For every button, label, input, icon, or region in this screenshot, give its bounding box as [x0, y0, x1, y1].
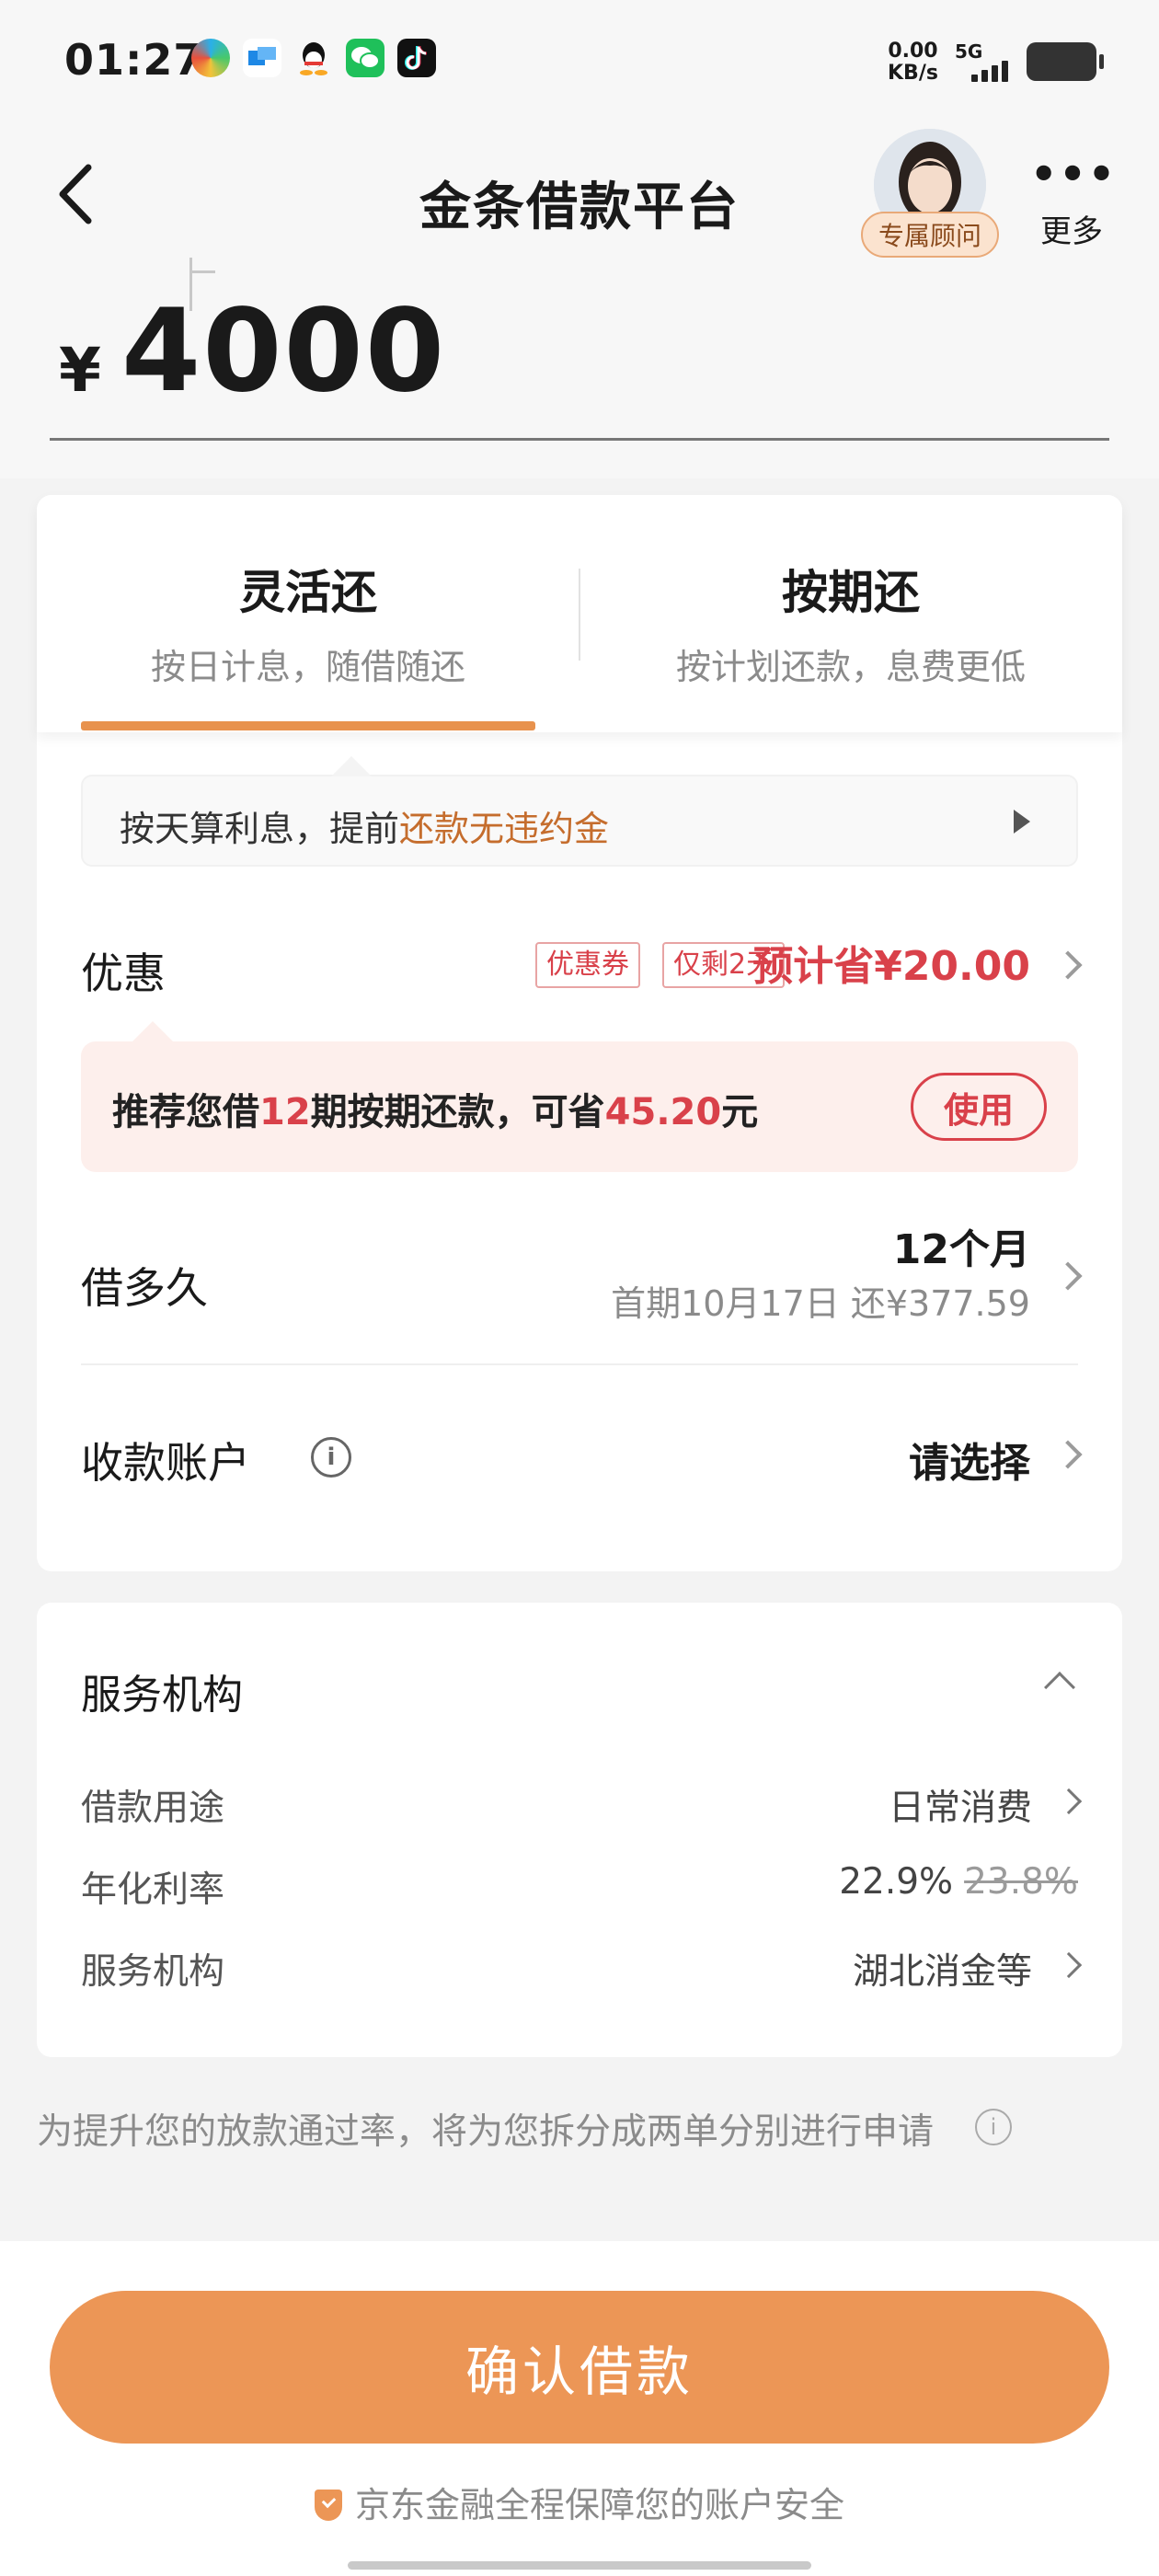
security-text: 京东金融全程保障您的账户安全 — [354, 2485, 844, 2525]
network-type: 5G — [955, 40, 983, 63]
info-icon[interactable]: i — [311, 1437, 351, 1478]
notification-app-icons — [191, 39, 436, 77]
recommend-part3: 元 — [721, 1091, 759, 1133]
estimated-saving: 预计省¥20.00 — [752, 943, 1030, 990]
term-value: 12个月 — [892, 1226, 1030, 1273]
chevron-right-icon — [1053, 1261, 1083, 1291]
promo-row[interactable]: 优惠 优惠券 仅剩2天 预计省¥20.00 — [81, 922, 1083, 1023]
loan-options-card: 灵活还 按日计息，随借随还 按期还 按计划还款，息费更低 按天算利息，提前还款无… — [37, 495, 1122, 1571]
recommend-part2: 期按期还款，可省 — [310, 1091, 605, 1133]
institution-value: 湖北消金等 — [852, 1951, 1032, 1993]
more-icon: ••• — [1030, 149, 1118, 199]
use-recommendation-button[interactable]: 使用 — [911, 1073, 1047, 1141]
rate-label: 年化利率 — [81, 1869, 225, 1911]
status-bar: 01:27 0.00 KB/s 5G — [0, 0, 1159, 129]
current-rate: 22.9% — [839, 1861, 954, 1903]
confirm-loan-button[interactable]: 确认借款 — [50, 2291, 1109, 2444]
play-icon — [1014, 810, 1030, 834]
advisor-badge[interactable]: 专属顾问 — [861, 212, 999, 258]
promo-label: 优惠 — [81, 949, 166, 998]
nav-bar: 金条借款平台 专属顾问 ••• 更多 — [0, 129, 1159, 258]
term-label: 借多久 — [81, 1263, 208, 1313]
tip-highlight: 还款无违约金 — [399, 809, 610, 849]
account-label: 收款账户 — [81, 1438, 250, 1488]
tab-subtitle: 按日计息，随借随还 — [150, 647, 465, 687]
row-divider — [81, 1363, 1078, 1365]
purpose-value: 日常消费 — [888, 1788, 1032, 1829]
chevron-up-icon[interactable] — [1044, 1672, 1075, 1703]
loan-term-row[interactable]: 借多久 12个月 首期10月17日 还¥377.59 — [81, 1209, 1083, 1365]
home-indicator[interactable] — [348, 2561, 811, 2570]
tab-flexible-repay[interactable]: 灵活还 按日计息，随借随还 — [37, 556, 580, 689]
recommend-part1: 推荐您借 — [112, 1091, 259, 1133]
wechat-icon — [346, 39, 384, 77]
more-label: 更多 — [1040, 213, 1103, 250]
chevron-right-icon — [1055, 1951, 1083, 1979]
recommend-pointer — [132, 1021, 173, 1041]
annual-rate-row: 年化利率 22.9% 23.8% — [81, 1857, 1078, 1913]
service-institution-row[interactable]: 服务机构 湖北消金等 — [81, 1939, 1083, 1995]
receiving-account-row[interactable]: 收款账户 i 请选择 — [81, 1409, 1083, 1511]
security-notice: 京东金融全程保障您的账户安全 — [0, 2477, 1159, 2527]
first-payment-info: 首期10月17日 还¥377.59 — [611, 1283, 1030, 1324]
recommend-saving-amount: 45.20 — [604, 1091, 722, 1133]
purpose-label: 借款用途 — [81, 1788, 225, 1829]
tab-installment-repay[interactable]: 按期还 按计划还款，息费更低 — [580, 556, 1122, 689]
coupon-tag: 优惠券 — [535, 942, 640, 988]
split-application-note: 为提升您的放款通过率，将为您拆分成两单分别进行申请 — [37, 2111, 935, 2153]
status-time: 01:27 — [64, 35, 204, 85]
footer: 确认借款 京东金融全程保障您的账户安全 — [0, 2241, 1159, 2576]
repay-mode-tabs: 灵活还 按日计息，随借随还 按期还 按计划还款，息费更低 — [37, 495, 1122, 732]
institution-label: 服务机构 — [81, 1951, 225, 1993]
signal-icon — [971, 61, 1008, 82]
tab-title: 灵活还 — [239, 566, 377, 619]
tip-pointer — [331, 756, 372, 776]
browser-icon — [191, 39, 230, 77]
account-value: 请选择 — [909, 1440, 1030, 1487]
loan-purpose-row[interactable]: 借款用途 日常消费 — [81, 1776, 1083, 1831]
recommend-text: 推荐您借12期按期还款，可省45.20元 — [112, 1082, 758, 1135]
interest-tip[interactable]: 按天算利息，提前还款无违约金 — [81, 756, 1078, 867]
active-tab-indicator — [81, 721, 535, 730]
original-rate: 23.8% — [964, 1861, 1078, 1903]
amount-underline — [50, 438, 1109, 441]
info-icon[interactable]: i — [975, 2109, 1012, 2145]
interest-tip-text: 按天算利息，提前还款无违约金 — [120, 800, 609, 851]
rate-values: 22.9% 23.8% — [839, 1861, 1078, 1903]
tab-subtitle: 按计划还款，息费更低 — [675, 647, 1026, 687]
amount-input-area[interactable]: ¥ 4000 — [0, 258, 1159, 478]
tab-title: 按期还 — [782, 566, 920, 619]
service-info-card: 服务机构 借款用途 日常消费 年化利率 22.9% 23.8% 服务机构 湖北消金… — [37, 1603, 1122, 2057]
service-section-title: 服务机构 — [81, 1672, 243, 1719]
recommend-periods: 12 — [259, 1091, 311, 1133]
network-speed-value: 0.00 — [888, 40, 938, 63]
loan-amount[interactable]: 4000 — [121, 285, 446, 418]
currency-symbol: ¥ — [59, 335, 101, 406]
network-speed: 0.00 KB/s — [888, 40, 938, 85]
shield-icon — [314, 2490, 342, 2521]
installment-recommendation: 推荐您借12期按期还款，可省45.20元 使用 — [81, 1021, 1078, 1172]
tiktok-icon — [397, 39, 436, 77]
chevron-right-icon — [1053, 1440, 1083, 1469]
qq-icon — [294, 39, 333, 77]
battery-icon — [1027, 42, 1104, 81]
chevron-right-icon — [1053, 950, 1083, 980]
more-button[interactable]: ••• 更多 — [1030, 149, 1118, 251]
chevron-right-icon — [1055, 1788, 1083, 1815]
network-speed-unit: KB/s — [888, 62, 938, 85]
tip-prefix: 按天算利息，提前 — [120, 809, 400, 849]
docs-icon — [243, 39, 281, 77]
